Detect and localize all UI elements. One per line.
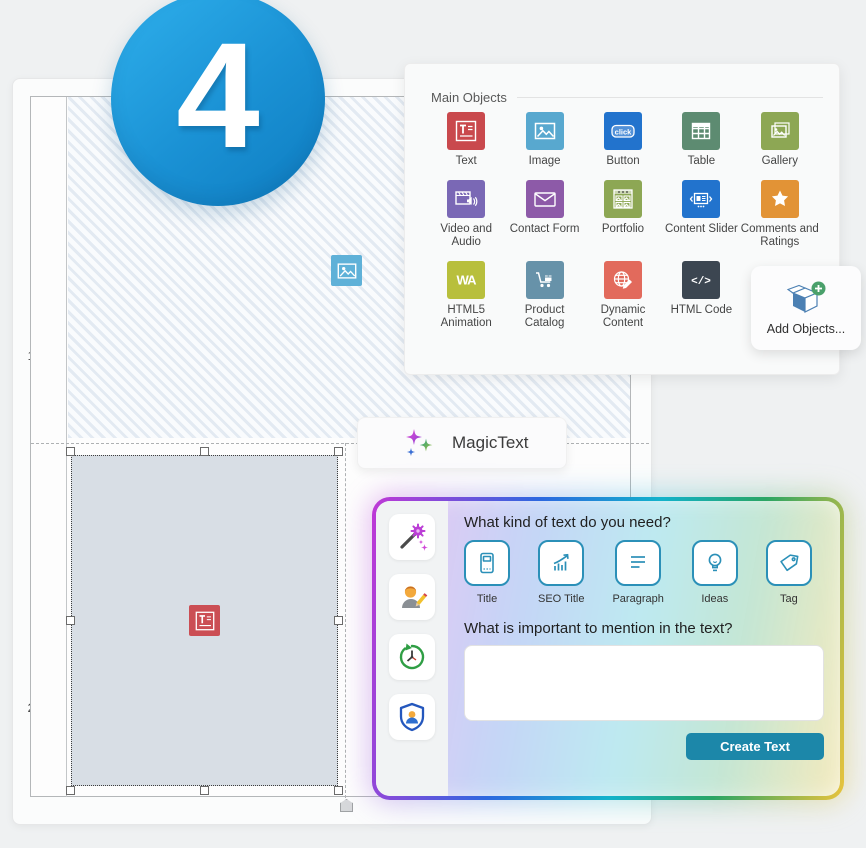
contact-form-object-icon (526, 180, 564, 218)
details-input[interactable] (464, 645, 824, 721)
object-item-video-audio[interactable]: Video and Audio (427, 180, 505, 261)
object-item-html5-animation[interactable]: WA HTML5 Animation (427, 261, 505, 342)
option-ideas[interactable]: Ideas (692, 540, 738, 605)
object-item-image[interactable]: Image (505, 112, 583, 180)
selection-handle-bottom-middle[interactable] (200, 786, 209, 795)
main-objects-divider (517, 97, 823, 98)
button-object-icon: click (604, 112, 642, 150)
magictext-label: MagicText (452, 433, 529, 453)
table-object-icon (682, 112, 720, 150)
selection-handle-bottom-right[interactable] (334, 786, 343, 795)
text-placeholder-icon[interactable] (189, 605, 220, 636)
html5-animation-object-icon: WA (447, 261, 485, 299)
tab-history[interactable] (389, 634, 435, 680)
selection-handle-top-right[interactable] (334, 447, 343, 456)
selection-handle-top-left[interactable] (66, 447, 75, 456)
video-audio-object-icon (447, 180, 485, 218)
object-item-button[interactable]: click Button (584, 112, 662, 180)
selection-handle-bottom-left[interactable] (66, 786, 75, 795)
comments-ratings-object-icon (761, 180, 799, 218)
dynamic-content-object-icon (604, 261, 642, 299)
question-text-details: What is important to mention in the text… (464, 620, 824, 637)
magic-wand-icon (396, 521, 428, 553)
dialog-sidebar (376, 501, 448, 796)
dialog-content: What kind of text do you need? (448, 501, 840, 796)
text-type-options: Title (464, 540, 824, 605)
html5-wa-text: WA (457, 272, 478, 287)
selection-handle-mid-right[interactable] (334, 616, 343, 625)
paragraph-option-icon (615, 540, 661, 586)
history-clock-icon (396, 641, 428, 673)
content-slider-object-icon (682, 180, 720, 218)
option-seo-title[interactable]: SEO Title (538, 540, 584, 605)
step-badge: 4 (111, 0, 325, 206)
magictext-dialog: What kind of text do you need? (372, 497, 844, 800)
magictext-sparkles-icon (402, 426, 436, 460)
add-objects-cube-icon (785, 280, 827, 316)
vertical-guide (345, 443, 346, 798)
object-item-portfolio[interactable]: Portfolio (584, 180, 662, 261)
title-option-icon (464, 540, 510, 586)
add-objects-button[interactable]: Add Objects... (751, 266, 861, 350)
shield-person-icon (396, 701, 428, 733)
tab-author-profile[interactable] (389, 574, 435, 620)
selection-handle-top-middle[interactable] (200, 447, 209, 456)
image-object-icon (526, 112, 564, 150)
product-catalog-object-icon (526, 261, 564, 299)
object-item-contact-form[interactable]: Contact Form (505, 180, 583, 261)
option-paragraph[interactable]: Paragraph (612, 540, 663, 605)
selection-handle-mid-left[interactable] (66, 616, 75, 625)
html-code-text: </> (691, 276, 711, 288)
create-text-button[interactable]: Create Text (686, 733, 824, 760)
object-item-html-code[interactable]: </> HTML Code (662, 261, 740, 342)
magictext-popover[interactable]: MagicText (357, 417, 567, 469)
portfolio-object-icon (604, 180, 642, 218)
text-object-icon (447, 112, 485, 150)
object-item-content-slider[interactable]: Content Slider (662, 180, 740, 261)
option-tag[interactable]: Tag (766, 540, 812, 605)
add-objects-label: Add Objects... (767, 322, 846, 336)
main-objects-title: Main Objects (431, 90, 507, 105)
person-edit-icon (396, 581, 428, 613)
seo-title-option-icon (538, 540, 584, 586)
object-item-product-catalog[interactable]: Product Catalog (505, 261, 583, 342)
stage: 1 2 4 Main Objects (0, 0, 866, 848)
button-click-text: click (615, 128, 633, 137)
tab-magic-wand[interactable] (389, 514, 435, 560)
object-item-table[interactable]: Table (662, 112, 740, 180)
object-item-dynamic-content[interactable]: Dynamic Content (584, 261, 662, 342)
question-text-type: What kind of text do you need? (464, 514, 824, 531)
tab-privacy[interactable] (389, 694, 435, 740)
object-item-gallery[interactable]: Gallery (741, 112, 819, 180)
html-code-object-icon: </> (682, 261, 720, 299)
option-title[interactable]: Title (464, 540, 510, 605)
gallery-object-icon (761, 112, 799, 150)
tag-option-icon (766, 540, 812, 586)
object-item-text[interactable]: Text (427, 112, 505, 180)
step-number: 4 (176, 20, 259, 170)
object-item-comments-ratings[interactable]: Comments and Ratings (741, 180, 819, 261)
ideas-option-icon (692, 540, 738, 586)
image-placeholder-icon[interactable] (331, 255, 362, 286)
